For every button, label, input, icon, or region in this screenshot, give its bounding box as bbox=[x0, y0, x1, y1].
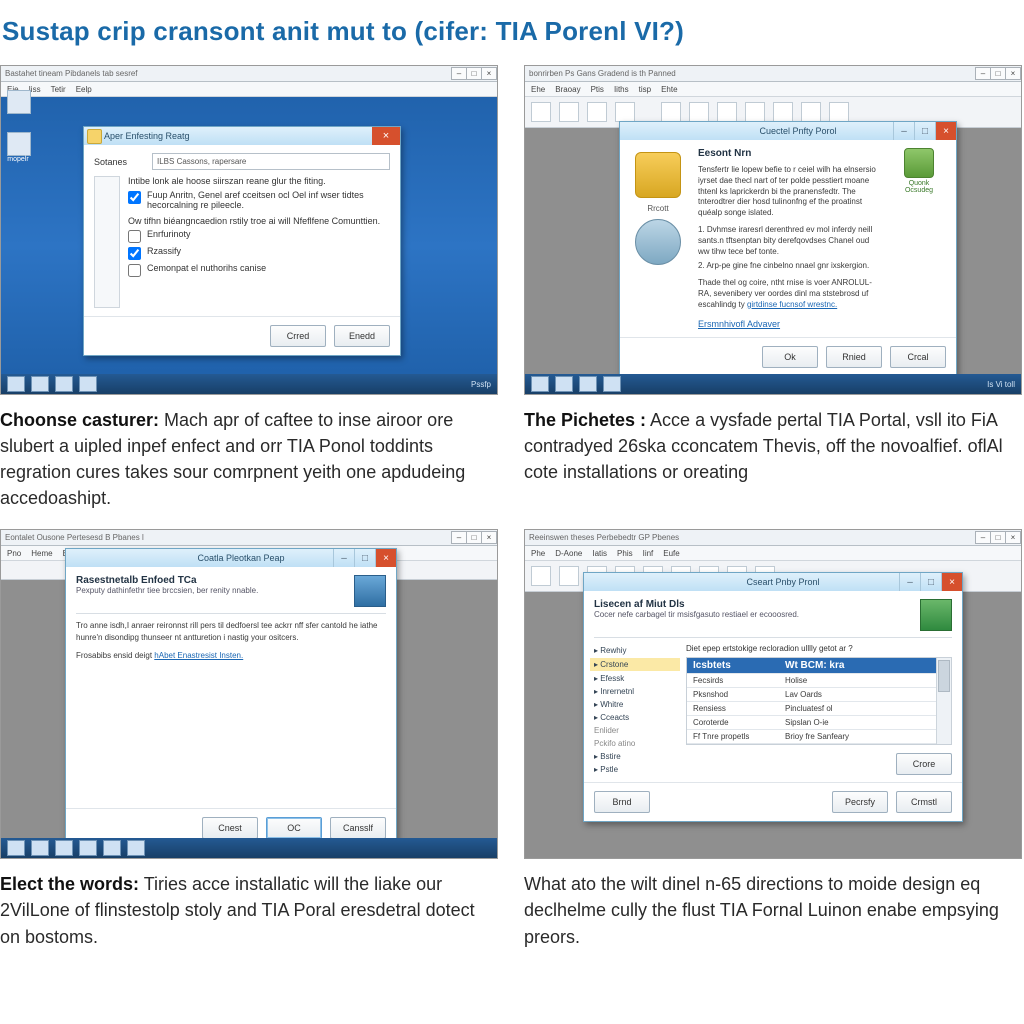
caption-2: The Pichetes : Acce a vysfade pertal TIA… bbox=[524, 407, 1016, 485]
path-input[interactable]: ILBS Cassons, rapersare bbox=[152, 153, 390, 170]
dialog-heading: Rasestnetalb Enfoed TCa bbox=[76, 575, 258, 586]
create-button[interactable]: Crore bbox=[896, 753, 952, 775]
dialog-title: Aper Enfesting Reatg bbox=[104, 131, 190, 141]
cancel-button[interactable]: Crred bbox=[270, 325, 326, 347]
package-icon bbox=[635, 152, 681, 198]
close-icon[interactable]: × bbox=[481, 67, 497, 80]
installer-icon bbox=[354, 575, 386, 607]
maximize-icon[interactable]: □ bbox=[466, 67, 482, 80]
properties-table: IcsbtetsWt BCM: kra FecsirdsHolise Pksns… bbox=[686, 657, 952, 745]
help-link[interactable]: girtdinse fucnsof wrestnc. bbox=[747, 300, 837, 309]
field-label: Sotanes bbox=[94, 157, 146, 167]
wizard-sidebar[interactable]: ▸ Rewhiy ▸ Crstone ▸ Efessk ▸ Inrernetnl… bbox=[594, 644, 676, 776]
option-1[interactable]: Fuup Anritn, Genel aref cceitsen ocl Oel… bbox=[128, 190, 390, 210]
option-3[interactable]: Rzassify bbox=[128, 246, 390, 260]
dialog-title: Cseart Pnby Pronl bbox=[746, 577, 819, 587]
ok-button[interactable]: Enedd bbox=[334, 325, 390, 347]
app-icon bbox=[87, 129, 102, 144]
close-button[interactable]: Cansslf bbox=[330, 817, 386, 839]
taskbar-item[interactable] bbox=[79, 376, 97, 392]
close-icon[interactable]: × bbox=[372, 127, 400, 145]
advanced-link[interactable]: Ersmnhivofl Advaver bbox=[698, 319, 780, 329]
option-2[interactable]: Enrfurinoty bbox=[128, 229, 390, 243]
dialog-title: Coatla Pleotkan Peap bbox=[197, 553, 284, 563]
screenshot-3: Eontalet Ousone Pertesesd B Pbanes l–□× … bbox=[0, 529, 498, 859]
shield-icon bbox=[904, 148, 934, 178]
minimize-icon[interactable]: – bbox=[333, 549, 354, 567]
page-title: Sustap crip cransont anit mut to (cifer:… bbox=[2, 16, 1008, 47]
desktop-icon[interactable] bbox=[7, 132, 31, 156]
dialog-heading: Eesont Nrn bbox=[698, 148, 880, 159]
screenshot-4: Reeinswen theses Perbebedtr GP Pbenes–□×… bbox=[524, 529, 1022, 859]
caption-4: What ato the wilt dinel n-65 directions … bbox=[524, 871, 1016, 949]
next-button[interactable]: Pecrsfy bbox=[832, 791, 888, 813]
option-4[interactable]: Cemonpat el nuthorihs canise bbox=[128, 263, 390, 277]
side-ruler bbox=[94, 176, 120, 308]
start-button[interactable] bbox=[7, 376, 25, 392]
disk-icon bbox=[635, 219, 681, 265]
cancel-button[interactable]: Crcal bbox=[890, 346, 946, 368]
control-panel-dialog: Cuectel Pnfty Porol –□× Rrcott Eesont Nr… bbox=[619, 121, 957, 377]
desktop-icon[interactable] bbox=[7, 90, 31, 114]
install-dialog: Coatla Pleotkan Peap –□× Rasestnetalb En… bbox=[65, 548, 397, 847]
close-icon[interactable]: × bbox=[941, 573, 962, 591]
wizard-dialog: Cseart Pnby Pronl –□× Lisecen af Miut Dl… bbox=[583, 572, 963, 822]
device-icon bbox=[920, 599, 952, 631]
ok-button[interactable]: Ok bbox=[762, 346, 818, 368]
dialog-title: Cuectel Pnfty Porol bbox=[759, 126, 836, 136]
maximize-icon[interactable]: □ bbox=[990, 67, 1006, 80]
taskbar-clock: Pssfp bbox=[471, 380, 491, 389]
screenshot-2: bonrirben Ps Gans Gradend is th Panned–□… bbox=[524, 65, 1022, 395]
taskbar-item[interactable] bbox=[55, 376, 73, 392]
cancel-button[interactable]: Cnest bbox=[202, 817, 258, 839]
minimize-icon[interactable]: – bbox=[451, 67, 467, 80]
taskbar[interactable]: Pssfp bbox=[1, 374, 497, 394]
wizard-step-active: ▸ Crstone bbox=[590, 658, 680, 671]
next-button[interactable]: Rnied bbox=[826, 346, 882, 368]
settings-dialog: Aper Enfesting Reatg × Sotanes ILBS Casson… bbox=[83, 126, 401, 356]
close-icon[interactable]: × bbox=[375, 549, 396, 567]
scrollbar[interactable] bbox=[936, 658, 951, 744]
minimize-icon[interactable]: – bbox=[893, 122, 914, 140]
back-button[interactable]: Brnd bbox=[594, 791, 650, 813]
details-link[interactable]: hAbet Enastresist Insten. bbox=[154, 651, 243, 660]
caption-3: Elect the words: Tiries acce installatic… bbox=[0, 871, 492, 949]
taskbar-item[interactable] bbox=[31, 376, 49, 392]
minimize-icon[interactable]: – bbox=[975, 67, 991, 80]
screenshot-1: Bastahet tineam Pibdanels tab sesref –□×… bbox=[0, 65, 498, 395]
caption-1: Choonse casturer: Mach apr of caftee to … bbox=[0, 407, 492, 511]
close-icon[interactable]: × bbox=[935, 122, 956, 140]
start-button[interactable] bbox=[531, 376, 549, 392]
maximize-icon[interactable]: □ bbox=[354, 549, 375, 567]
close-icon[interactable]: × bbox=[1005, 67, 1021, 80]
maximize-icon[interactable]: □ bbox=[914, 122, 935, 140]
menubar[interactable]: EieIissTetirEelp bbox=[1, 82, 497, 97]
ok-button[interactable]: OC bbox=[266, 817, 322, 839]
window-titlebar: Bastahet tineam Pibdanels tab sesref –□× bbox=[1, 66, 497, 82]
cancel-button[interactable]: Crmstl bbox=[896, 791, 952, 813]
